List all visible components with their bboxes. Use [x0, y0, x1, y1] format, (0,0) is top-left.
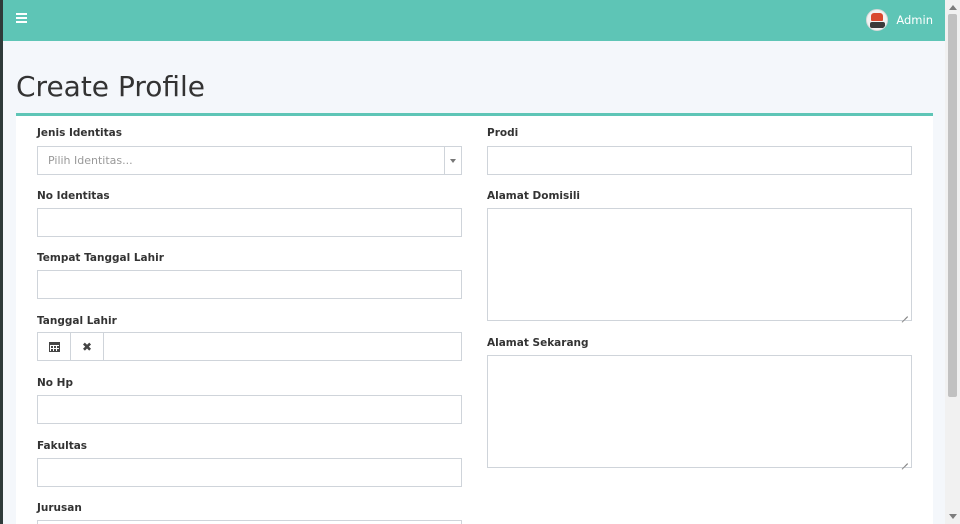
alamat-domisili-label: Alamat Domisili	[487, 190, 581, 202]
resize-grip-icon[interactable]	[902, 311, 909, 318]
vertical-scrollbar[interactable]	[945, 0, 960, 524]
fakultas-input[interactable]	[37, 458, 462, 487]
scroll-down-arrow-icon[interactable]	[949, 514, 957, 519]
jenis-identitas-label: Jenis Identitas	[37, 127, 122, 139]
alamat-domisili-textarea[interactable]	[487, 208, 912, 321]
tanggal-lahir-datepicker: ✖	[37, 332, 462, 361]
tanggal-lahir-label: Tanggal Lahir	[37, 315, 117, 327]
no-identitas-input[interactable]	[37, 208, 462, 237]
calendar-button[interactable]	[38, 333, 71, 360]
avatar	[866, 9, 889, 31]
calendar-icon	[48, 341, 60, 352]
scroll-up-arrow-icon[interactable]	[949, 5, 957, 10]
close-icon: ✖	[81, 339, 93, 354]
resize-grip-icon[interactable]	[902, 458, 909, 465]
alamat-sekarang-textarea[interactable]	[487, 355, 912, 468]
tanggal-lahir-input[interactable]	[104, 333, 461, 360]
no-identitas-label: No Identitas	[37, 190, 110, 202]
no-hp-label: No Hp	[37, 377, 73, 389]
jenis-identitas-placeholder: Pilih Identitas...	[48, 154, 133, 167]
scrollbar-thumb[interactable]	[948, 14, 957, 397]
jenis-identitas-select[interactable]: Pilih Identitas...	[37, 146, 462, 175]
clear-date-button[interactable]: ✖	[71, 333, 104, 360]
fakultas-label: Fakultas	[37, 440, 88, 452]
top-navbar: Admin	[3, 0, 945, 41]
chevron-down-icon[interactable]	[444, 147, 461, 174]
user-menu[interactable]: Admin	[866, 9, 933, 31]
alamat-sekarang-label: Alamat Sekarang	[487, 337, 589, 349]
prodi-input[interactable]	[487, 146, 912, 175]
hamburger-menu-icon[interactable]	[16, 13, 27, 24]
page-title: Create Profile	[16, 70, 205, 103]
jurusan-label: Jurusan	[37, 502, 82, 514]
window-edge	[0, 0, 3, 524]
tempat-tanggal-lahir-input[interactable]	[37, 270, 462, 299]
user-name: Admin	[896, 13, 933, 27]
tempat-tanggal-lahir-label: Tempat Tanggal Lahir	[37, 252, 164, 264]
profile-form-card: Jenis Identitas Pilih Identitas... No Id…	[16, 113, 933, 524]
no-hp-input[interactable]	[37, 395, 462, 424]
jurusan-input[interactable]	[37, 520, 462, 524]
prodi-label: Prodi	[487, 127, 519, 139]
